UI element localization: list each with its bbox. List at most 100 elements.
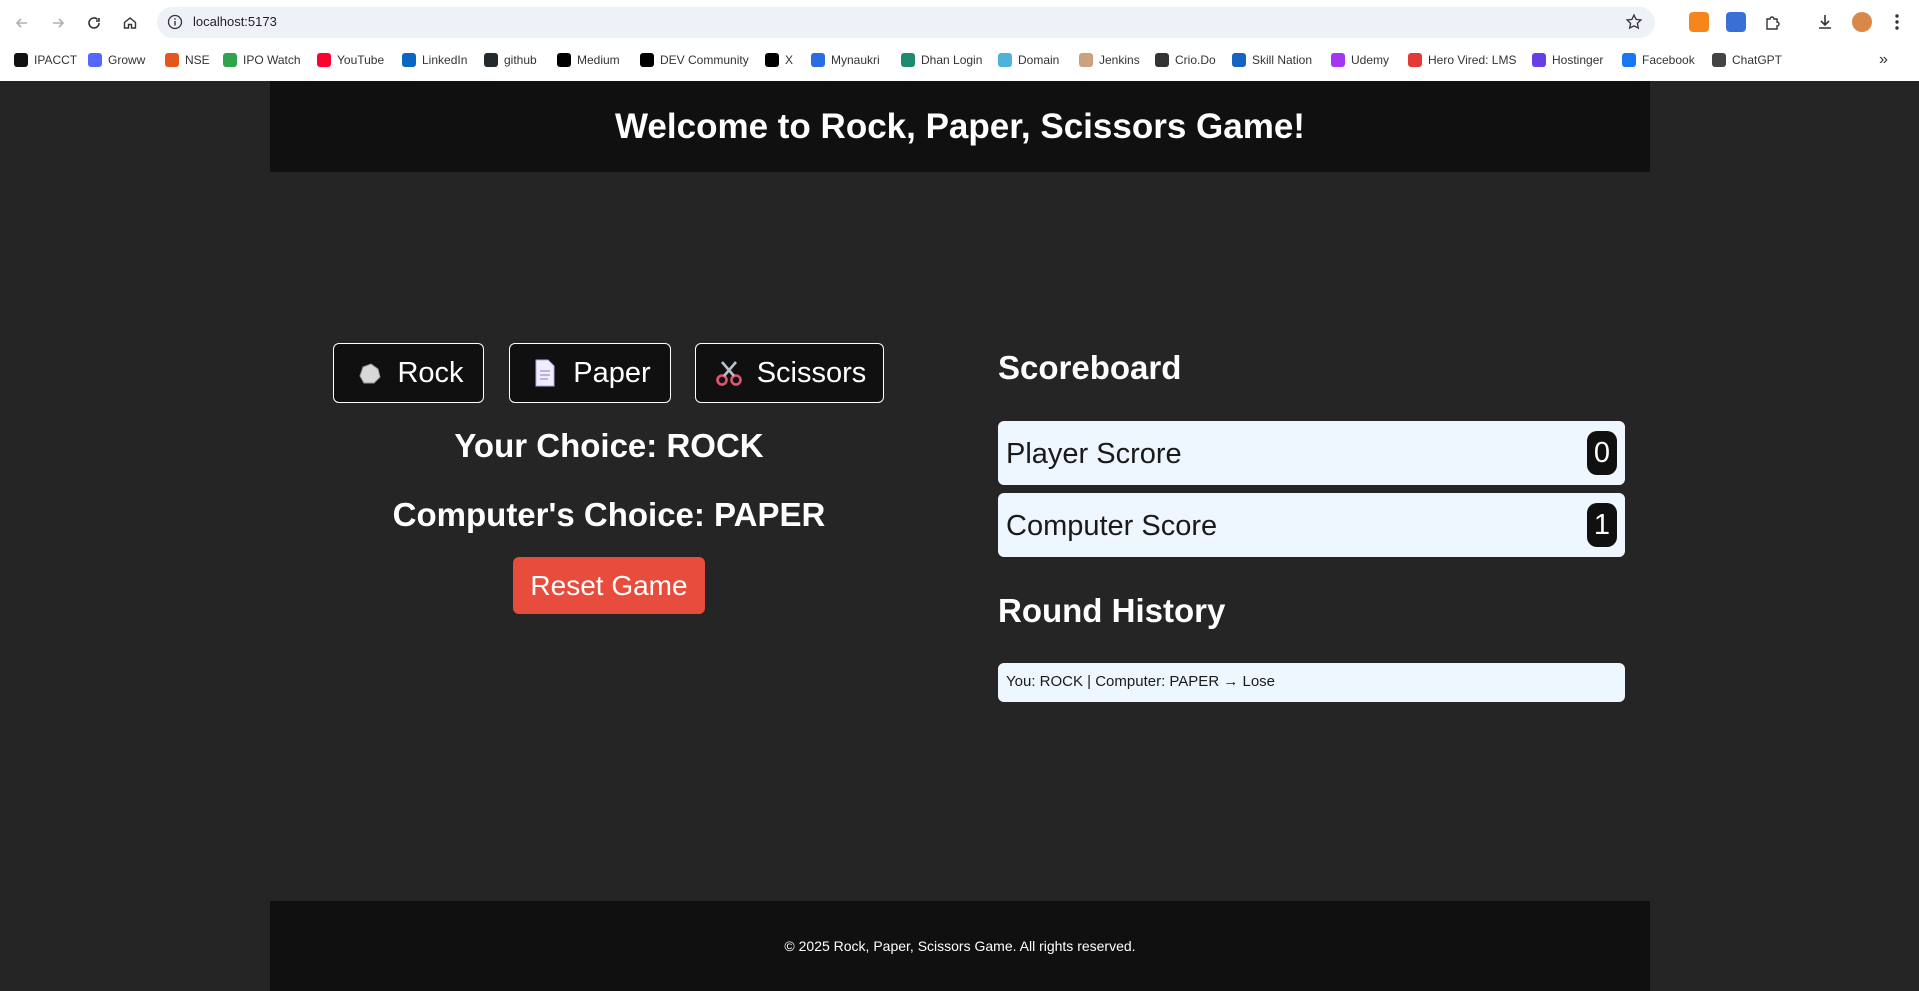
bookmark-hero-vired[interactable]: Hero Vired: LMS	[1408, 51, 1516, 69]
player-score-badge: 0	[1587, 431, 1617, 475]
rock-button-label: Rock	[397, 356, 464, 389]
linkedin-icon	[402, 53, 416, 67]
bookmark-x[interactable]: X	[765, 51, 793, 69]
player-score-label: Player Scrore	[1006, 438, 1182, 470]
game-page: Welcome to Rock, Paper, Scissors Game! R…	[270, 81, 1650, 991]
udemy-icon	[1331, 53, 1345, 67]
bookmark-label: Mynaukri	[831, 53, 880, 67]
bookmark-label: IPACCT	[34, 53, 78, 67]
your-choice-text: Your Choice: ROCK	[454, 427, 764, 464]
paper-button[interactable]: Paper	[509, 343, 671, 403]
back-button[interactable]	[11, 12, 33, 34]
ipo-watch-icon	[223, 53, 237, 67]
dhan-icon	[901, 53, 915, 67]
facebook-icon	[1622, 53, 1636, 67]
scissors-button[interactable]: Scissors	[695, 343, 884, 403]
extensions-puzzle-icon[interactable]	[1763, 12, 1783, 32]
back-arrow-icon	[15, 18, 27, 28]
computer-score-label: Computer Score	[1006, 510, 1218, 542]
bookmark-star-icon[interactable]	[1625, 13, 1643, 31]
bookmark-label: IPO Watch	[243, 53, 301, 67]
bookmark-linkedin[interactable]: LinkedIn	[402, 51, 467, 69]
bookmark-jenkins[interactable]: Jenkins	[1079, 51, 1140, 69]
bookmark-label: LinkedIn	[422, 53, 468, 67]
page-title: Welcome to Rock, Paper, Scissors Game!	[615, 106, 1305, 146]
nse-icon	[165, 53, 179, 67]
metamask-extension-icon[interactable]	[1689, 12, 1709, 32]
extension-icon[interactable]	[1726, 12, 1746, 32]
player-score-card: Player Scrore 0	[998, 421, 1625, 485]
bookmark-label: NSE	[185, 53, 210, 67]
ipacct-icon	[14, 53, 28, 67]
paper-button-label: Paper	[573, 356, 651, 389]
scoreboard-title: Scoreboard	[998, 349, 1182, 386]
bookmark-hostinger[interactable]: Hostinger	[1532, 51, 1603, 69]
downloads-icon[interactable]	[1815, 12, 1835, 32]
bookmark-ipo-watch[interactable]: IPO Watch	[223, 51, 301, 69]
bookmark-github[interactable]: github	[484, 51, 537, 69]
footer-text: © 2025 Rock, Paper, Scissors Game. All r…	[784, 938, 1136, 954]
domain-icon	[998, 53, 1012, 67]
skill-nation-icon	[1232, 53, 1246, 67]
bookmark-label: github	[504, 53, 537, 67]
bookmark-chatgpt[interactable]: ChatGPT	[1712, 51, 1782, 69]
mynaukri-icon	[811, 53, 825, 67]
bookmark-label: Jenkins	[1099, 53, 1140, 67]
computer-score-badge: 1	[1587, 503, 1617, 547]
home-icon	[123, 17, 137, 29]
round-history-title: Round History	[998, 592, 1226, 629]
groww-icon	[88, 53, 102, 67]
medium-icon	[557, 53, 571, 67]
history-item: You: ROCK | Computer: PAPER → Lose	[998, 663, 1625, 702]
forward-arrow-icon	[53, 18, 65, 28]
bookmark-dev[interactable]: DEV Community	[640, 51, 749, 69]
rock-icon	[353, 357, 385, 389]
bookmark-label: Medium	[577, 53, 620, 67]
scissors-icon	[713, 357, 745, 389]
bookmark-groww[interactable]: Groww	[88, 51, 145, 69]
reload-icon	[88, 17, 100, 29]
address-bar[interactable]: localhost:5173	[157, 7, 1655, 38]
x-icon	[765, 53, 779, 67]
rock-button[interactable]: Rock	[333, 343, 484, 403]
bookmark-skill-nation[interactable]: Skill Nation	[1232, 51, 1312, 69]
computer-score-card: Computer Score 1	[998, 493, 1625, 557]
scissors-button-label: Scissors	[756, 356, 867, 389]
more-bookmarks-chevron-icon[interactable]: »	[1879, 51, 1888, 69]
bookmark-domain[interactable]: Domain	[998, 51, 1059, 69]
bookmark-udemy[interactable]: Udemy	[1331, 51, 1389, 69]
bookmark-label: X	[785, 53, 794, 67]
bookmark-dhan[interactable]: Dhan Login	[901, 51, 982, 69]
reset-game-button[interactable]: Reset Game	[513, 557, 705, 614]
bookmark-label: Skill Nation	[1252, 53, 1313, 67]
forward-button[interactable]	[47, 12, 69, 34]
hostinger-icon	[1532, 53, 1546, 67]
bookmark-medium[interactable]: Medium	[557, 51, 620, 69]
bookmark-mynaukri[interactable]: Mynaukri	[811, 51, 880, 69]
site-info-icon[interactable]	[167, 14, 183, 30]
browser-chrome: localhost:5173 IPACCT Groww NSE IPO Watch Yo…	[0, 0, 1919, 81]
bookmark-facebook[interactable]: Facebook	[1622, 51, 1695, 69]
github-icon	[484, 53, 498, 67]
bookmark-label: Domain	[1018, 53, 1060, 67]
dev-icon	[640, 53, 654, 67]
browser-menu-icon[interactable]	[1887, 12, 1907, 32]
paper-icon	[529, 357, 561, 389]
bookmark-label: Udemy	[1351, 53, 1390, 67]
bookmark-label: DEV Community	[660, 53, 749, 67]
bookmark-youtube[interactable]: YouTube	[317, 51, 384, 69]
chatgpt-icon	[1712, 53, 1726, 67]
bookmark-ipacct[interactable]: IPACCT	[14, 51, 77, 69]
page-header: Welcome to Rock, Paper, Scissors Game!	[270, 81, 1650, 172]
bookmarks-bar: IPACCT Groww NSE IPO Watch YouTube LinkedIn gi…	[0, 46, 1919, 74]
bookmark-label: ChatGPT	[1732, 53, 1783, 67]
bookmark-nse[interactable]: NSE	[165, 51, 210, 69]
youtube-icon	[317, 53, 331, 67]
bookmark-label: Groww	[108, 53, 146, 67]
reload-button[interactable]	[83, 12, 105, 34]
url-text: localhost:5173	[193, 14, 277, 29]
computer-choice-text: Computer's Choice: PAPER	[392, 496, 826, 533]
home-button[interactable]	[119, 12, 141, 34]
profile-avatar[interactable]	[1852, 12, 1872, 32]
bookmark-crio[interactable]: Crio.Do	[1155, 51, 1216, 69]
